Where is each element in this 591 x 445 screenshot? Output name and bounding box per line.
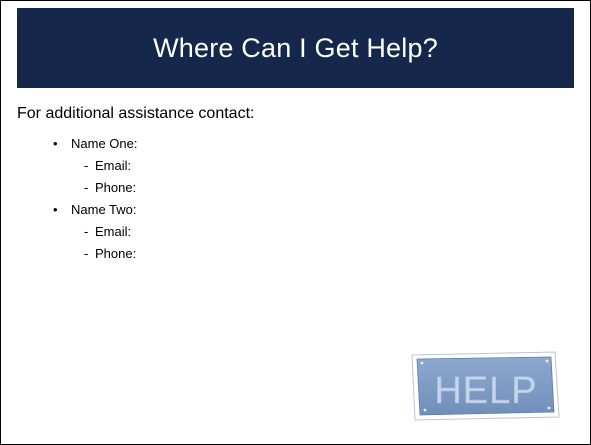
help-sign-text: HELP [434,370,537,412]
screw-icon [547,406,551,410]
intro-text: For additional assistance contact: [17,105,255,122]
bullet-icon: • [53,136,58,151]
dash-icon: - [84,224,89,239]
phone-label: Phone: [95,246,137,261]
dash-icon: - [84,246,89,261]
screw-icon [545,359,549,363]
contact-phone: - Phone: [71,243,137,265]
dash-icon: - [84,158,89,173]
contact-name: Name Two: [71,202,137,217]
contact-item: • Name One: - Email: - Phone: [53,133,137,199]
slide: Where Can I Get Help? For additional ass… [0,0,591,445]
slide-title: Where Can I Get Help? [153,32,438,63]
contact-phone: - Phone: [71,177,137,199]
contact-details: - Email: - Phone: [71,155,137,199]
email-label: Email: [95,224,132,239]
bullet-icon: • [53,202,58,217]
help-sign-image: HELP [411,351,560,421]
title-bar: Where Can I Get Help? [17,8,574,88]
contact-email: - Email: [71,155,137,177]
contact-list: • Name One: - Email: - Phone: • Name Two… [53,133,137,265]
dash-icon: - [84,180,89,195]
contact-details: - Email: - Phone: [71,221,137,265]
contact-email: - Email: [71,221,137,243]
contact-item: • Name Two: - Email: - Phone: [53,199,137,265]
phone-label: Phone: [95,180,137,195]
email-label: Email: [95,158,132,173]
screw-icon [423,408,427,412]
contact-name: Name One: [71,136,138,151]
screw-icon [420,361,424,365]
